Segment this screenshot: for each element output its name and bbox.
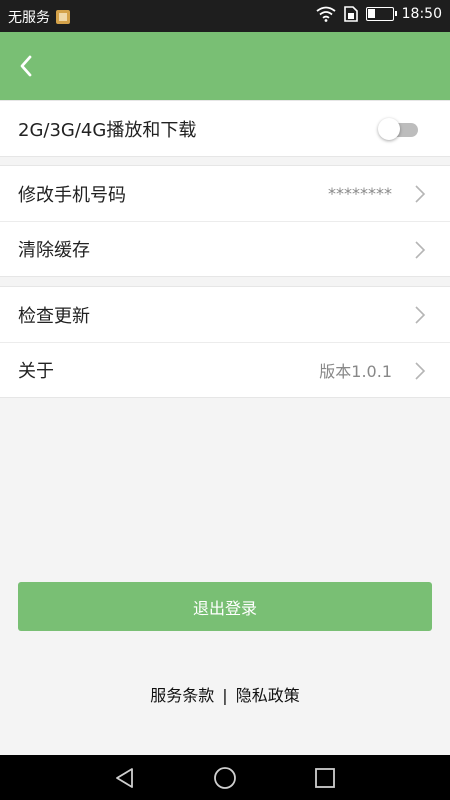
clock-text: 18:50 [401,6,442,22]
setting-clear-cache[interactable]: 清除缓存 [0,221,450,276]
privacy-link[interactable]: 隐私政策 [236,682,300,706]
setting-network-playback[interactable]: 2G/3G/4G播放和下载 [0,101,450,156]
chevron-left-icon [20,55,32,77]
network-playback-toggle[interactable] [378,118,418,140]
setting-label: 检查更新 [18,305,90,327]
carrier-text: 无服务 [8,10,50,26]
chevron-right-icon [415,306,426,324]
section-network: 2G/3G/4G播放和下载 [0,100,450,157]
footer-links: 服务条款 | 隐私政策 [0,682,450,706]
back-triangle-icon[interactable] [112,765,138,791]
wifi-icon [316,6,336,22]
sim-card-icon [56,10,70,24]
battery-level [367,9,375,18]
setting-label: 2G/3G/4G播放和下载 [18,119,197,141]
setting-label: 修改手机号码 [18,184,126,206]
footer-separator: | [222,686,228,705]
chevron-right-icon [415,241,426,259]
chevron-right-icon [415,185,426,203]
setting-label: 清除缓存 [18,240,90,261]
setting-label: 关于 [18,361,54,382]
status-left: 无服务 [8,7,70,27]
recents-square-icon[interactable] [312,765,338,791]
back-button[interactable] [18,48,62,84]
data-sim-icon [343,6,358,22]
terms-link[interactable]: 服务条款 [150,682,214,706]
home-circle-icon[interactable] [212,765,238,791]
section-account: 修改手机号码 ******** 清除缓存 [0,165,450,277]
app-bar [0,32,450,100]
setting-about[interactable]: 关于 版本1.0.1 [0,342,450,397]
setting-change-phone[interactable]: 修改手机号码 ******** [0,166,450,221]
toggle-knob [378,118,400,140]
battery-icon [365,7,397,21]
version-value: 版本1.0.1 [319,362,392,381]
status-right: 18:50 [316,6,442,22]
section-app: 检查更新 关于 版本1.0.1 [0,286,450,398]
status-bar: 无服务 18:50 [0,0,450,32]
phone-masked-value: ******** [328,184,392,203]
setting-check-update[interactable]: 检查更新 [0,287,450,342]
logout-button[interactable]: 退出登录 [18,582,432,631]
system-nav-bar [0,755,450,800]
chevron-right-icon [415,362,426,380]
